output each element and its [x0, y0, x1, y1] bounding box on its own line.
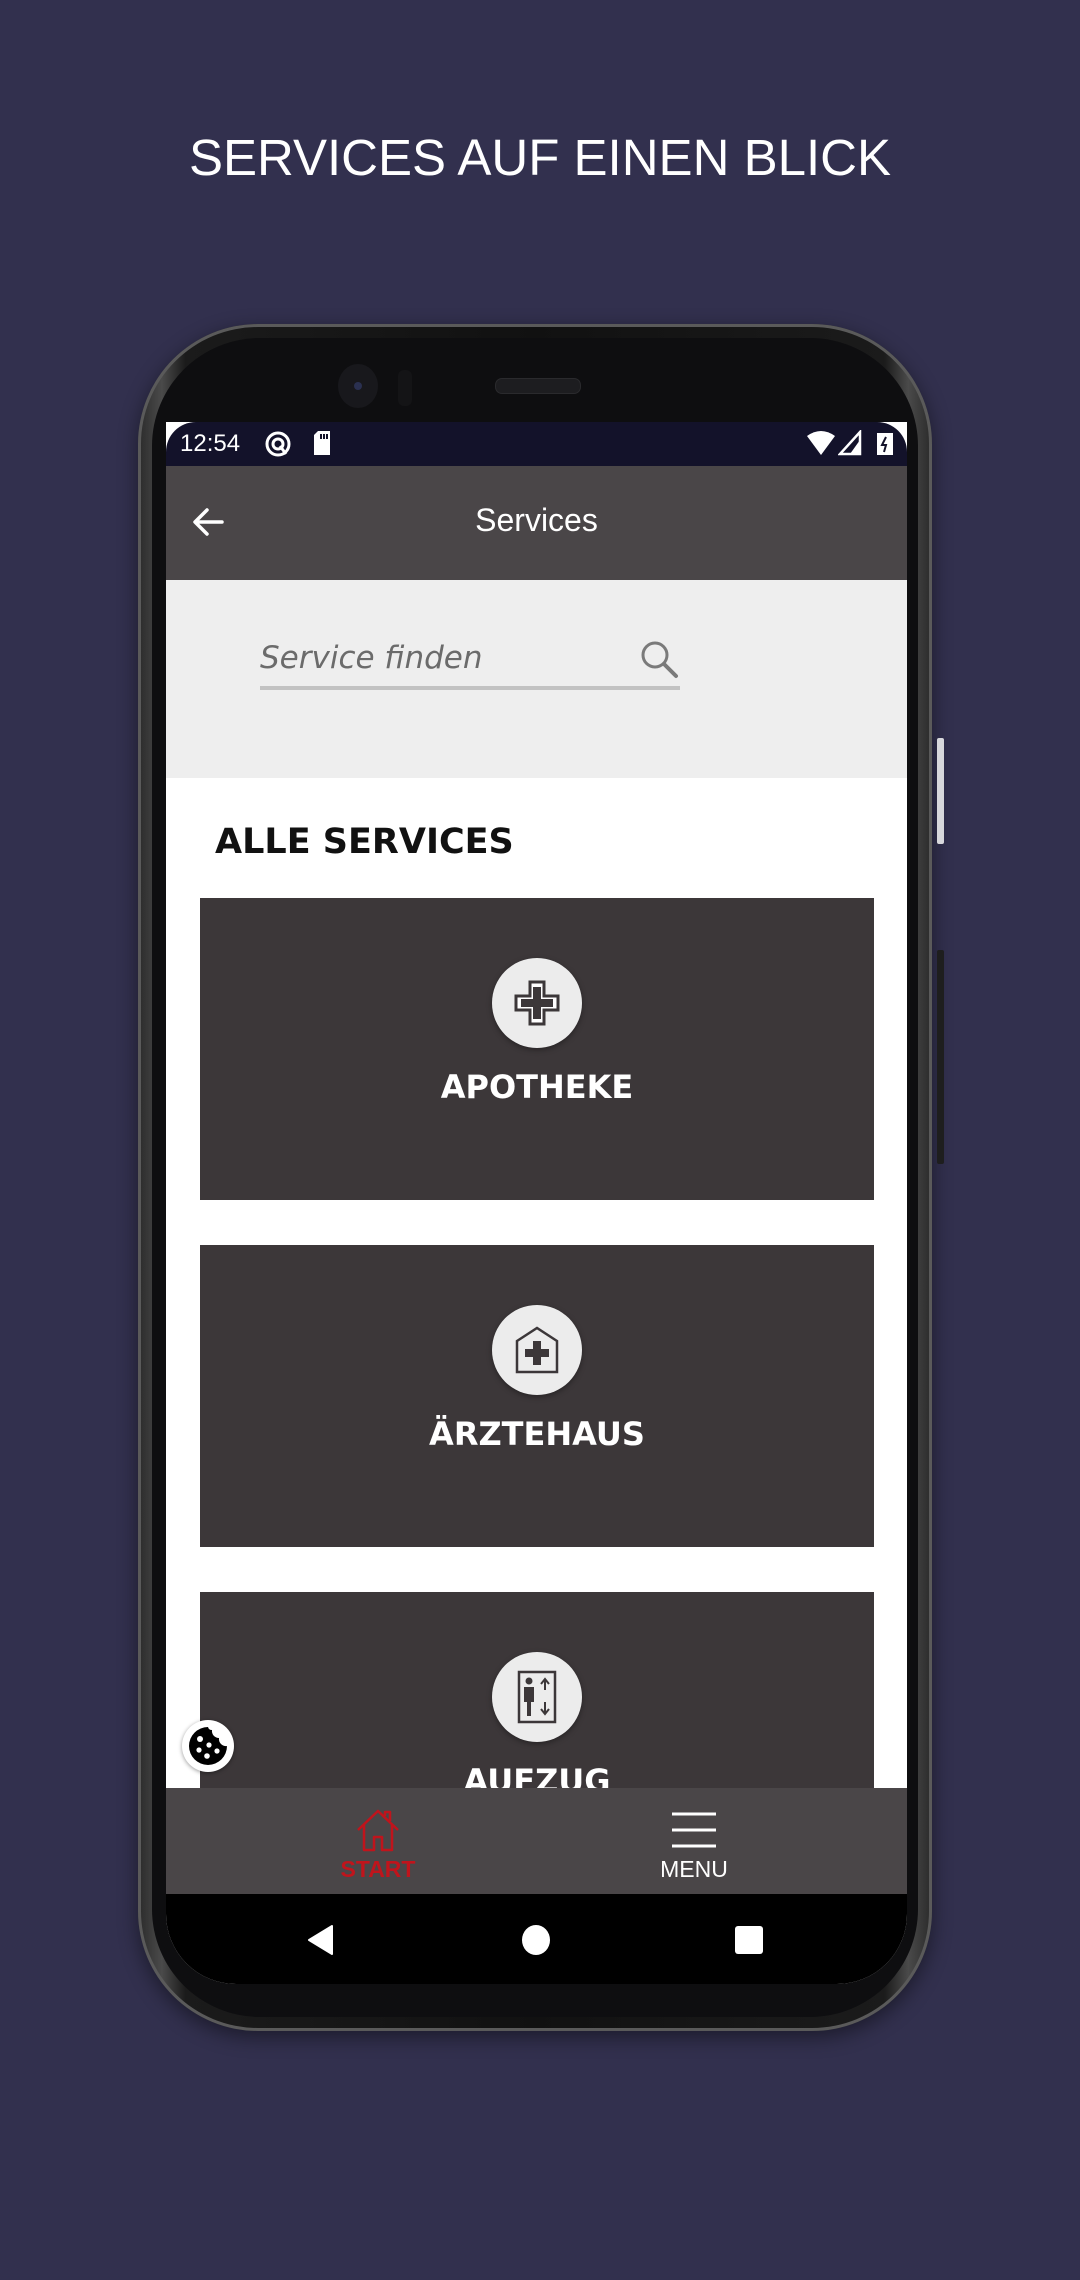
search-field [260, 634, 680, 690]
elevator-icon [492, 1652, 582, 1742]
nav-item-start[interactable]: START [278, 1788, 478, 1894]
section-title: ALLE SERVICES [215, 822, 514, 862]
nav-label-start: START [340, 1856, 416, 1882]
cookie-icon [189, 1727, 227, 1765]
recents-square-icon[interactable] [734, 1924, 764, 1961]
earpiece-speaker [495, 378, 581, 394]
front-camera [338, 364, 378, 408]
promo-title: SERVICES AUF EINEN BLICK [189, 129, 891, 186]
wifi-icon [806, 430, 836, 461]
status-time: 12:54 [180, 430, 241, 457]
back-triangle-icon[interactable] [306, 1924, 336, 1961]
page-title: Services [475, 502, 598, 538]
proximity-sensor [398, 370, 412, 406]
cookie-settings-button[interactable] [182, 1720, 234, 1772]
service-label: ÄRZTEHAUS [429, 1415, 645, 1453]
phone-power-button [937, 738, 944, 844]
hamburger-menu-icon [672, 1812, 716, 1848]
sd-card-icon [312, 430, 332, 461]
service-card-aerztehaus[interactable]: ÄRZTEHAUS [200, 1245, 874, 1547]
status-bar: 12:54 [166, 422, 907, 466]
phone-volume-button [937, 950, 944, 1164]
app-bar: Services [166, 466, 907, 580]
nav-item-menu[interactable]: MENU [594, 1788, 794, 1894]
nav-label-menu: MENU [660, 1856, 728, 1882]
bottom-navigation: START MENU [166, 1788, 907, 1894]
signal-icon [837, 428, 862, 461]
at-sign-icon [264, 430, 292, 463]
service-card-apotheke[interactable]: APOTHEKE [200, 898, 874, 1200]
pharmacy-cross-icon [492, 958, 582, 1048]
phone-screen: 12:54 Services ALLE [166, 422, 907, 1984]
search-icon[interactable] [638, 638, 680, 680]
home-icon [357, 1809, 399, 1852]
search-section [166, 580, 907, 778]
battery-icon [876, 430, 894, 461]
service-label: APOTHEKE [440, 1068, 634, 1106]
home-circle-icon[interactable] [521, 1924, 551, 1961]
services-list: ALLE SERVICES APOTHEKE ÄRZTEHAUS AUFZUG [166, 778, 907, 1894]
medical-house-icon [492, 1305, 582, 1395]
search-input[interactable] [260, 634, 620, 682]
system-navigation-bar [166, 1894, 907, 1984]
